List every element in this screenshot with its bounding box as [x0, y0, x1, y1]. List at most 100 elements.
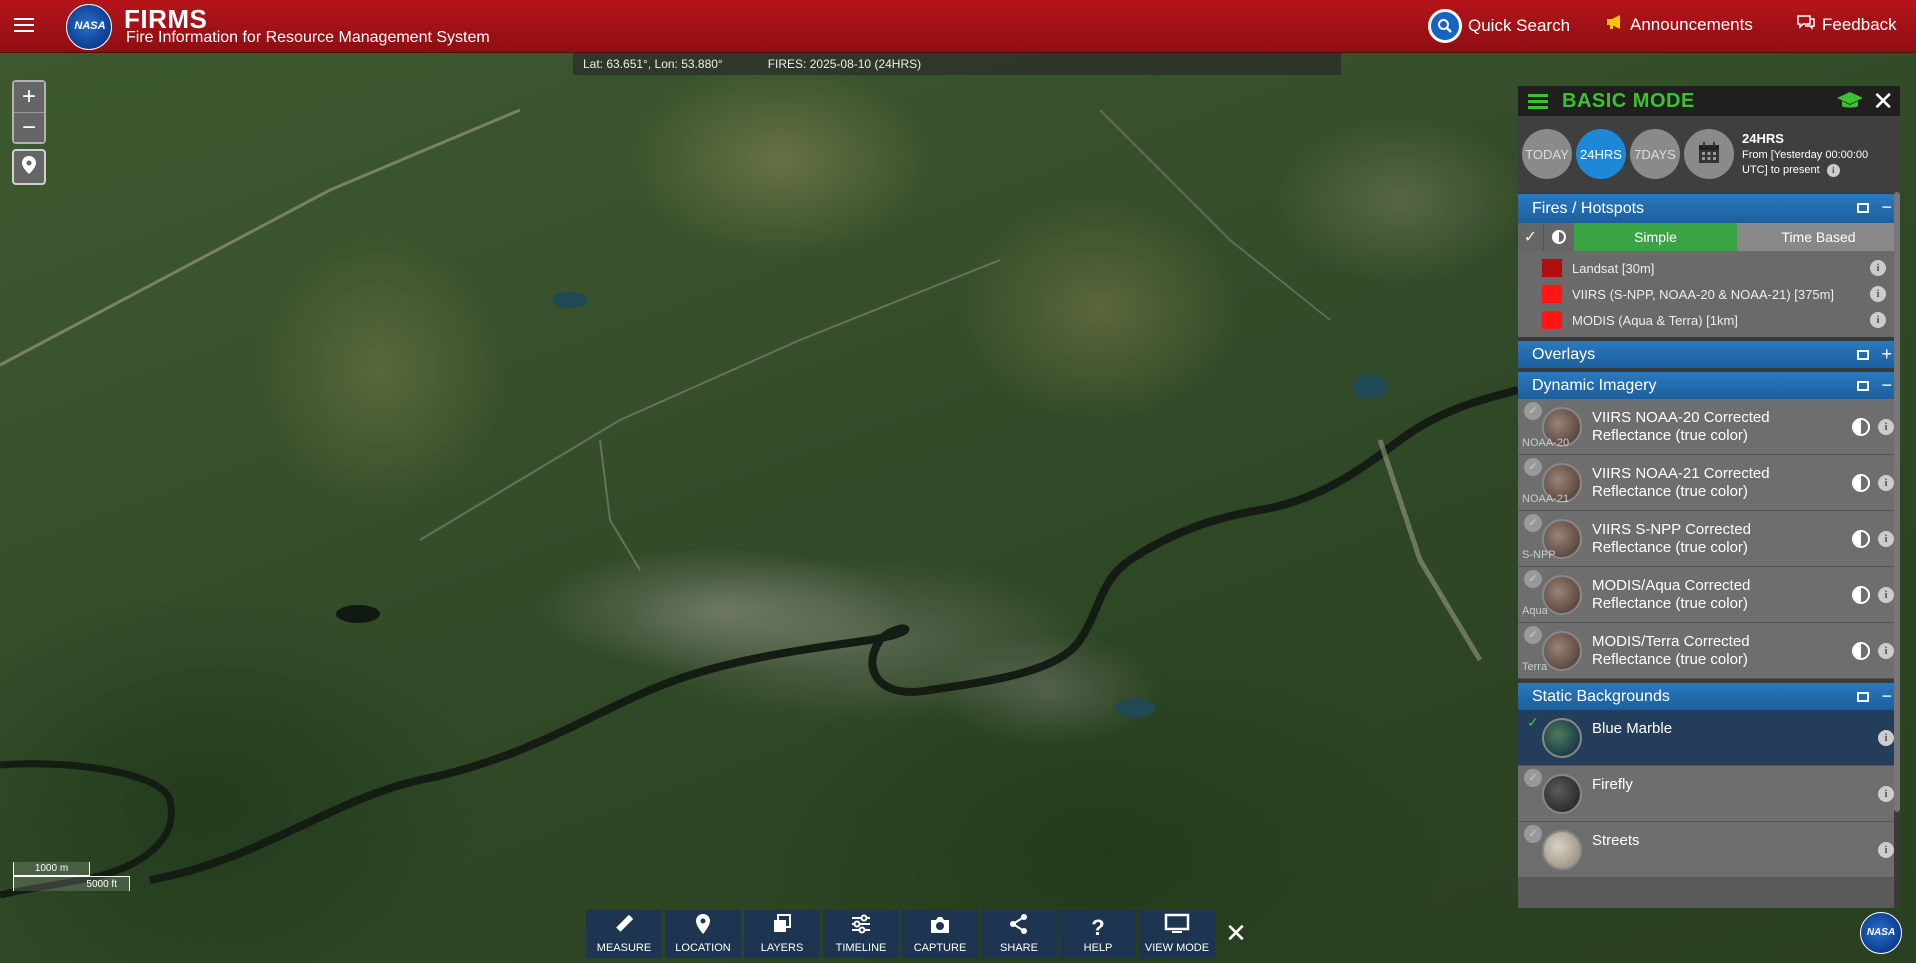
opacity-icon[interactable]	[1852, 642, 1870, 660]
imagery-item-modis-aqua[interactable]: ✓ Aqua MODIS/Aqua Corrected Reflectance (…	[1518, 567, 1900, 623]
announcements-label: Announcements	[1630, 14, 1753, 34]
time-based-mode-tab[interactable]: Time Based	[1737, 223, 1900, 251]
map-pin-icon	[21, 155, 37, 180]
coordinate-readout: Lat: 63.651°, Lon: 53.880° FIRES: 2025-0…	[573, 53, 1341, 75]
info-icon[interactable]: i	[1878, 419, 1894, 435]
help-label: HELP	[1083, 942, 1113, 954]
calendar-button[interactable]	[1684, 129, 1734, 179]
24hrs-button[interactable]: 24HRS	[1576, 129, 1626, 179]
layer-checkbox[interactable]: ✓	[1524, 570, 1542, 588]
opacity-icon[interactable]	[1852, 530, 1870, 548]
simple-mode-tab[interactable]: Simple	[1574, 223, 1737, 251]
expand-icon[interactable]: +	[1881, 344, 1892, 365]
info-icon[interactable]: i	[1870, 286, 1886, 302]
graduation-cap-icon[interactable]	[1836, 90, 1864, 116]
imagery-item-viirs-noaa21[interactable]: ✓ NOAA-21 VIIRS NOAA-21 Corrected Reflect…	[1518, 455, 1900, 511]
today-button[interactable]: TODAY	[1522, 129, 1572, 179]
help-button[interactable]: ? HELP	[1060, 910, 1136, 958]
background-item-streets[interactable]: ✓ Streets i	[1518, 822, 1900, 878]
quick-search-button[interactable]: Quick Search	[1428, 9, 1570, 43]
layers-button[interactable]: LAYERS	[744, 910, 820, 958]
opacity-icon[interactable]	[1852, 586, 1870, 604]
main-menu-button[interactable]	[14, 14, 34, 36]
layer-checkbox[interactable]: ✓	[1524, 626, 1542, 644]
popout-icon[interactable]	[1857, 381, 1870, 391]
info-icon[interactable]: i	[1878, 531, 1894, 547]
calendar-icon	[1697, 141, 1721, 168]
locate-me-button[interactable]	[12, 149, 46, 185]
info-icon[interactable]: i	[1878, 842, 1894, 858]
fires-opacity-button[interactable]	[1544, 223, 1574, 251]
time-info-icon[interactable]: i	[1826, 163, 1840, 177]
background-item-blue-marble[interactable]: ✓ Blue Marble i	[1518, 710, 1900, 766]
info-icon[interactable]: i	[1878, 730, 1894, 746]
satellite-tag: NOAA-20	[1522, 437, 1570, 449]
layer-label-sub: Reflectance (true color)	[1592, 650, 1748, 668]
share-button[interactable]: SHARE	[981, 910, 1057, 958]
background-item-firefly[interactable]: ✓ Firefly i	[1518, 766, 1900, 822]
layer-checkbox[interactable]: ✓	[1524, 825, 1542, 843]
opacity-icon[interactable]	[1852, 474, 1870, 492]
info-icon[interactable]: i	[1878, 587, 1894, 603]
imagery-item-viirs-snpp[interactable]: ✓ S-NPP VIIRS S-NPP Corrected Reflectance…	[1518, 511, 1900, 567]
fire-layer-modis[interactable]: MODIS (Aqua & Terra) [1km] i	[1518, 307, 1900, 333]
layer-checkbox[interactable]: ✓	[1524, 402, 1542, 420]
overlays-section-header[interactable]: Overlays +	[1518, 337, 1900, 368]
collapse-icon[interactable]: −	[1881, 686, 1892, 707]
popout-icon[interactable]	[1857, 350, 1870, 360]
fire-layer-label: VIIRS (S-NPP, NOAA-20 & NOAA-21) [375m]	[1572, 286, 1835, 302]
timeline-button[interactable]: TIMELINE	[823, 910, 899, 958]
layers-icon	[772, 913, 792, 940]
panel-close-button[interactable]: ✕	[1872, 86, 1894, 116]
zoom-in-button[interactable]: +	[14, 82, 44, 112]
imagery-item-viirs-noaa20[interactable]: ✓ NOAA-20 VIIRS NOAA-20 Corrected Reflect…	[1518, 399, 1900, 455]
info-icon[interactable]: i	[1878, 643, 1894, 659]
share-icon	[1009, 913, 1029, 940]
popout-icon[interactable]	[1857, 692, 1870, 702]
collapse-icon[interactable]: −	[1881, 197, 1892, 218]
fires-section-header[interactable]: Fires / Hotspots −	[1518, 192, 1900, 223]
static-backgrounds-title: Static Backgrounds	[1532, 687, 1670, 705]
layer-checkbox[interactable]: ✓	[1524, 514, 1542, 532]
layer-checkbox[interactable]: ✓	[1524, 769, 1542, 787]
capture-button[interactable]: CAPTURE	[902, 910, 978, 958]
view-mode-button[interactable]: VIEW MODE	[1139, 910, 1215, 958]
zoom-out-button[interactable]: −	[14, 112, 44, 142]
info-icon[interactable]: i	[1878, 475, 1894, 491]
fire-layer-viirs[interactable]: VIIRS (S-NPP, NOAA-20 & NOAA-21) [375m] …	[1518, 281, 1900, 307]
background-label: Blue Marble	[1592, 720, 1673, 737]
panel-scrollbar[interactable]	[1894, 192, 1900, 908]
static-backgrounds-section-header[interactable]: Static Backgrounds −	[1518, 679, 1900, 710]
feedback-button[interactable]: Feedback	[1796, 14, 1897, 35]
imagery-item-modis-terra[interactable]: ✓ Terra MODIS/Terra Corrected Reflectance…	[1518, 623, 1900, 679]
info-icon[interactable]: i	[1878, 786, 1894, 802]
opacity-icon[interactable]	[1852, 418, 1870, 436]
mode-title: BASIC MODE	[1562, 89, 1695, 112]
latlon-readout: Lat: 63.651°, Lon: 53.880°	[583, 57, 723, 71]
7days-button[interactable]: 7DAYS	[1630, 129, 1680, 179]
question-icon: ?	[1091, 915, 1105, 940]
layer-checkbox[interactable]: ✓	[1524, 458, 1542, 476]
nasa-corner-logo[interactable]: NASA	[1860, 912, 1902, 954]
capture-label: CAPTURE	[913, 942, 967, 954]
selected-checkmark-icon[interactable]: ✓	[1524, 713, 1542, 731]
fire-layer-landsat[interactable]: Landsat [30m] i	[1518, 255, 1900, 281]
nasa-logo[interactable]: NASA	[66, 4, 112, 50]
time-range-info: 24HRS From [Yesterday 00:00:00 UTC] to p…	[1742, 131, 1868, 178]
dynamic-imagery-section-header[interactable]: Dynamic Imagery −	[1518, 368, 1900, 399]
info-icon[interactable]: i	[1870, 260, 1886, 276]
info-icon[interactable]: i	[1870, 312, 1886, 328]
fire-layer-list: Landsat [30m] i VIIRS (S-NPP, NOAA-20 & …	[1518, 251, 1900, 337]
sliders-icon	[850, 913, 872, 940]
toolbar-close-button[interactable]: ✕	[1218, 915, 1254, 951]
announcements-button[interactable]: Announcements	[1606, 14, 1753, 35]
collapse-icon[interactable]: −	[1881, 375, 1892, 396]
firefly-thumbnail	[1542, 774, 1582, 814]
popout-icon[interactable]	[1857, 203, 1870, 213]
app-subtitle: Fire Information for Resource Management…	[126, 29, 490, 46]
panel-menu-button[interactable]	[1528, 91, 1548, 112]
satellite-tag: Aqua	[1522, 605, 1548, 617]
measure-button[interactable]: MEASURE	[586, 910, 662, 958]
fires-select-all-checkbox[interactable]: ✓	[1518, 223, 1544, 251]
location-button[interactable]: LOCATION	[665, 910, 741, 958]
